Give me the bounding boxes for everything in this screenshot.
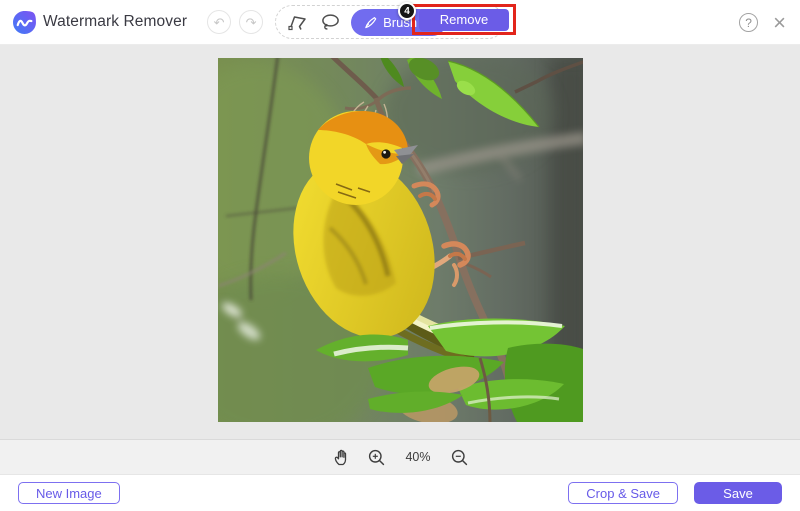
brush-icon — [364, 16, 377, 29]
save-button[interactable]: Save — [694, 482, 782, 504]
new-image-button[interactable]: New Image — [18, 482, 120, 504]
bird-photo-image[interactable] — [218, 58, 583, 422]
help-icon[interactable]: ? — [739, 13, 758, 32]
zoom-in-icon[interactable] — [368, 449, 385, 466]
polygon-lasso-tool-icon[interactable] — [287, 12, 309, 32]
remove-annotation-highlight: Remove — [412, 4, 516, 35]
crop-save-button[interactable]: Crop & Save — [568, 482, 678, 504]
zoom-toolbar: 40% — [0, 439, 800, 474]
editor-canvas — [0, 45, 800, 439]
header-right-controls: ? × — [739, 0, 786, 45]
undo-button[interactable]: ↶ — [207, 10, 231, 34]
app-logo-icon — [12, 10, 37, 35]
zoom-out-icon[interactable] — [451, 449, 468, 466]
close-icon[interactable]: × — [773, 12, 786, 34]
hand-pan-icon[interactable] — [332, 448, 348, 466]
history-controls: ↶ ↷ — [207, 10, 263, 34]
remove-button[interactable]: Remove — [419, 9, 509, 31]
zoom-level-value: 40% — [405, 450, 430, 464]
redo-button[interactable]: ↷ — [239, 10, 263, 34]
footer-bar: New Image Crop & Save Save — [0, 474, 800, 511]
app-title: Watermark Remover — [43, 13, 187, 31]
header-toolbar: Watermark Remover ↶ ↷ — [0, 0, 800, 45]
annotation-step-badge: 4 — [398, 2, 416, 20]
watermark-remover-window: Watermark Remover ↶ ↷ — [0, 0, 800, 511]
lasso-tool-icon[interactable] — [319, 12, 341, 32]
